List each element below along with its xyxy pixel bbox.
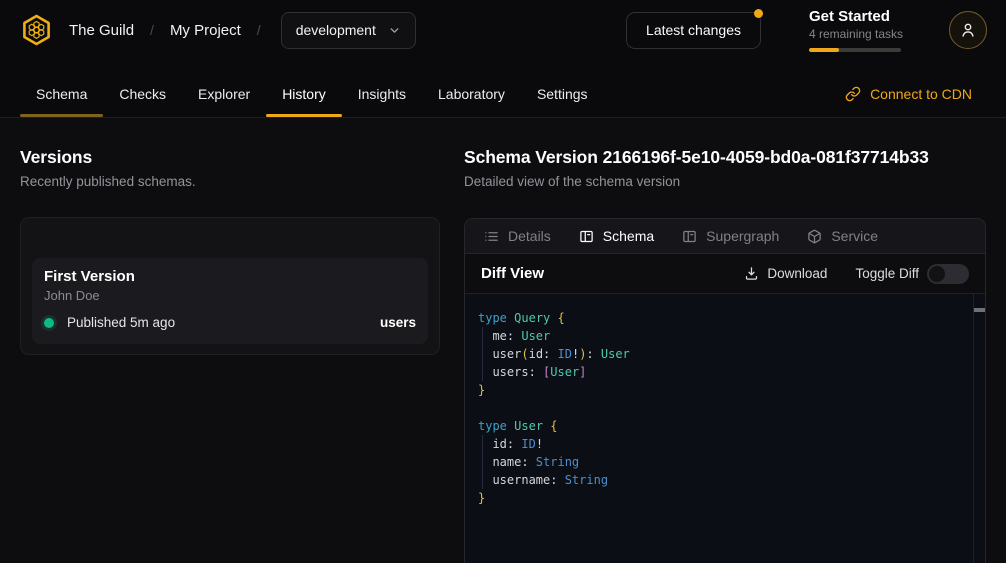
panel-columns-icon [579,229,594,244]
scrollbar-track [973,294,974,563]
main-content: Versions Recently published schemas. Fir… [0,118,1006,563]
latest-changes-button[interactable]: Latest changes [626,12,761,49]
latest-changes-label: Latest changes [646,22,741,38]
get-started-title: Get Started [809,8,901,25]
panel-tab-details[interactable]: Details [484,228,551,244]
versions-subtitle: Recently published schemas. [20,174,440,190]
chevron-down-icon [388,24,401,37]
list-icon [484,229,499,244]
tab-laboratory[interactable]: Laboratory [422,86,521,117]
version-status: Published 5m ago [67,315,175,330]
get-started-widget[interactable]: Get Started 4 remaining tasks [809,8,901,52]
progress-bar [809,48,901,52]
main-nav: Schema Checks Explorer History Insights … [0,60,1006,118]
toggle-diff-label: Toggle Diff [855,266,919,281]
panel-tab-supergraph-label: Supergraph [706,228,779,244]
schema-code-editor[interactable]: type Query { me: User user(id: ID!): Use… [465,294,985,563]
panel-columns-icon [682,229,697,244]
toggle-knob [929,266,945,282]
schema-version-panel: Details Schema Supergraph Service Diff V… [464,218,986,563]
schema-version-title: Schema Version 2166196f-5e10-4059-bd0a-0… [464,147,986,167]
schema-version-section: Schema Version 2166196f-5e10-4059-bd0a-0… [464,118,986,563]
version-name: First Version [44,269,416,285]
version-status-row: Published 5m ago users [44,315,416,330]
breadcrumb-separator: / [257,22,261,38]
toggle-diff-group: Toggle Diff [855,264,969,284]
panel-tab-service-label: Service [831,228,878,244]
indent-guide [482,435,483,489]
versions-section: Versions Recently published schemas. Fir… [20,118,440,563]
download-button[interactable]: Download [744,266,827,281]
indent-guide [482,327,483,381]
scrollbar-thumb[interactable] [974,308,985,312]
panel-tab-supergraph[interactable]: Supergraph [682,228,779,244]
top-header: The Guild / My Project / development Lat… [0,0,1006,60]
diff-actions: Download Toggle Diff [744,264,969,284]
tab-insights[interactable]: Insights [342,86,422,117]
progress-fill [809,48,839,52]
breadcrumb: The Guild / My Project / [69,22,261,39]
download-icon [744,266,759,281]
notification-dot [754,9,763,18]
panel-tab-details-label: Details [508,228,551,244]
get-started-subtitle: 4 remaining tasks [809,27,901,41]
breadcrumb-separator: / [150,22,154,38]
version-list-item[interactable]: First Version John Doe Published 5m ago … [32,258,428,344]
panel-tab-schema-label: Schema [603,228,654,244]
download-label: Download [767,266,827,281]
version-service: users [380,315,416,330]
version-author: John Doe [44,288,416,303]
panel-tab-schema[interactable]: Schema [579,228,654,244]
tab-settings[interactable]: Settings [521,86,604,117]
diff-view-title: Diff View [481,265,544,282]
cube-icon [807,229,822,244]
connect-to-cdn-label: Connect to CDN [870,86,972,102]
tab-checks[interactable]: Checks [103,86,182,117]
schema-version-subtitle: Detailed view of the schema version [464,174,986,190]
versions-card: First Version John Doe Published 5m ago … [20,217,440,355]
guild-logo-icon[interactable] [20,14,53,46]
toggle-diff-switch[interactable] [927,264,969,284]
schema-sdl-code: type Query { me: User user(id: ID!): Use… [478,309,961,507]
panel-tab-service[interactable]: Service [807,228,878,244]
diff-toolbar: Diff View Download Toggle Diff [465,254,985,294]
status-dot [44,318,54,328]
versions-title: Versions [20,147,440,167]
connect-to-cdn-link[interactable]: Connect to CDN [845,86,972,117]
tab-schema[interactable]: Schema [20,86,103,117]
environment-selector[interactable]: development [281,12,416,49]
link-icon [845,86,861,102]
user-icon [959,21,977,39]
environment-selector-value: development [296,22,376,38]
tab-history[interactable]: History [266,86,342,117]
header-right-group: Latest changes Get Started 4 remaining t… [626,8,987,52]
avatar[interactable] [949,11,987,49]
tab-explorer[interactable]: Explorer [182,86,266,117]
panel-tabs: Details Schema Supergraph Service [465,219,985,254]
breadcrumb-org[interactable]: The Guild [69,22,134,39]
breadcrumb-project[interactable]: My Project [170,22,241,39]
